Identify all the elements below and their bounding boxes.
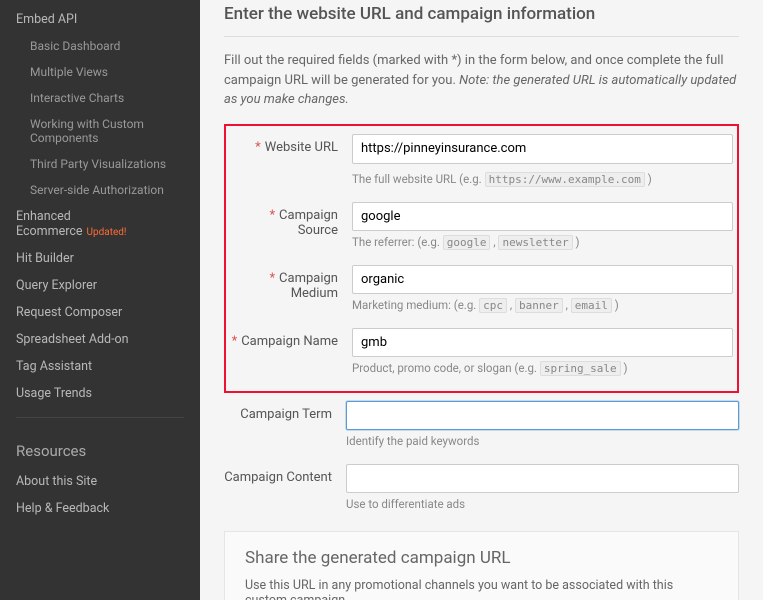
campaign-term-input[interactable] xyxy=(346,401,739,430)
website-url-label: *Website URL xyxy=(230,134,352,155)
campaign-content-label: Campaign Content xyxy=(224,464,346,485)
sidebar-item-13[interactable]: Usage Trends xyxy=(0,380,200,407)
updated-badge: Updated! xyxy=(87,227,127,238)
campaign-name-label: *Campaign Name xyxy=(230,328,352,349)
sidebar-item-3[interactable]: Interactive Charts xyxy=(0,85,200,111)
sidebar-item-9[interactable]: Query Explorer xyxy=(0,272,200,299)
sidebar-item-7[interactable]: Enhanced EcommerceUpdated! xyxy=(0,203,200,245)
sidebar: Embed APIBasic DashboardMultiple ViewsIn… xyxy=(0,0,200,600)
campaign-name-input[interactable] xyxy=(352,328,733,357)
sidebar-item-2[interactable]: Multiple Views xyxy=(0,59,200,85)
divider xyxy=(224,36,739,37)
sidebar-item-10[interactable]: Request Composer xyxy=(0,299,200,326)
campaign-medium-help: Marketing medium: (e.g. cpc , banner , e… xyxy=(352,298,733,312)
resources-item-0[interactable]: About this Site xyxy=(0,468,200,495)
website-url-input[interactable]: https://pinneyinsurance.com xyxy=(352,134,733,164)
campaign-source-label: *Campaign Source xyxy=(230,202,352,238)
campaign-source-input[interactable] xyxy=(352,202,733,231)
sidebar-item-6[interactable]: Server-side Authorization xyxy=(0,177,200,203)
share-panel: Share the generated campaign URL Use thi… xyxy=(224,531,739,600)
resources-heading: Resources xyxy=(0,428,200,468)
website-url-help: The full website URL (e.g. https://www.e… xyxy=(352,172,733,186)
sidebar-item-11[interactable]: Spreadsheet Add-on xyxy=(0,326,200,353)
sidebar-divider xyxy=(16,417,184,418)
sidebar-item-12[interactable]: Tag Assistant xyxy=(0,353,200,380)
campaign-name-help: Product, promo code, or slogan (e.g. spr… xyxy=(352,361,733,375)
intro-text: Fill out the required fields (marked wit… xyxy=(224,51,739,110)
required-fields-highlight: *Website URL https://pinneyinsurance.com… xyxy=(224,124,739,393)
campaign-medium-input[interactable] xyxy=(352,265,733,294)
resources-item-1[interactable]: Help & Feedback xyxy=(0,495,200,522)
sidebar-item-1[interactable]: Basic Dashboard xyxy=(0,33,200,59)
sidebar-item-5[interactable]: Third Party Visualizations xyxy=(0,151,200,177)
campaign-term-label: Campaign Term xyxy=(224,401,346,422)
campaign-medium-label: *Campaign Medium xyxy=(230,265,352,301)
main-content: Enter the website URL and campaign infor… xyxy=(200,0,763,600)
sidebar-item-8[interactable]: Hit Builder xyxy=(0,245,200,272)
campaign-source-help: The referrer: (e.g. google , newsletter … xyxy=(352,235,733,249)
sidebar-item-0[interactable]: Embed API xyxy=(0,6,200,33)
campaign-content-input[interactable] xyxy=(346,464,739,493)
share-sub: Use this URL in any promotional channels… xyxy=(245,578,718,600)
campaign-term-help: Identify the paid keywords xyxy=(346,434,739,448)
campaign-content-help: Use to differentiate ads xyxy=(346,497,739,511)
share-heading: Share the generated campaign URL xyxy=(245,548,718,568)
sidebar-item-4[interactable]: Working with Custom Components xyxy=(0,111,200,151)
page-title: Enter the website URL and campaign infor… xyxy=(224,4,739,24)
